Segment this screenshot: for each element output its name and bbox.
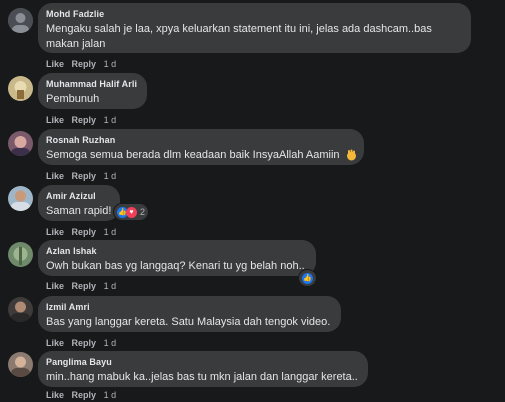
love-icon: ♥ [126, 206, 137, 218]
avatar[interactable] [8, 131, 33, 156]
comment-text-line: Owh bukan bas yg langgaq? Kenari tu yg b… [46, 260, 305, 272]
comment-text: Semoga semua berada dlm keadaan baik Ins… [46, 148, 356, 163]
comment-text-line: Mengaku salah je laa, xpya keluarkan sta… [46, 23, 432, 35]
comment-actions: Like Reply 1 d [46, 115, 116, 125]
commenter-name[interactable]: Rosnah Ruzhan [46, 134, 356, 146]
comment-bubble: Panglima Bayu min..hang mabuk ka..jelas … [38, 351, 368, 387]
comment-bubble: Azlan Ishak Owh bukan bas yg langgaq? Ke… [38, 240, 316, 276]
comment-actions: Like Reply 1 d [46, 338, 116, 348]
timestamp[interactable]: 1 d [104, 281, 117, 291]
comment-text: min..hang mabuk ka..jelas bas tu mkn jal… [46, 370, 360, 385]
commenter-name[interactable]: Panglima Bayu [46, 356, 360, 368]
comment-text: Bas yang langgar kereta. Satu Malaysia d… [46, 315, 333, 330]
comment-text: Pembunuh [46, 92, 139, 107]
comment-bubble: Muhammad Halif Arli Pembunuh [38, 73, 147, 109]
comment-bubble: Amir Azizul Saman rapid! [38, 185, 120, 221]
comment-text: Mengaku salah je laa, xpya keluarkan sta… [46, 22, 463, 52]
reply-button[interactable]: Reply [72, 59, 97, 69]
avatar[interactable] [8, 76, 33, 101]
comment-text-line: makan jalan [46, 38, 106, 50]
comment-text-line: Bas yang langgar kereta. Satu Malaysia d… [46, 316, 331, 328]
commenter-name[interactable]: Mohd Fadzlie [46, 8, 463, 20]
like-button[interactable]: Like [46, 338, 64, 348]
commenter-name[interactable]: Izmil Amri [46, 301, 333, 313]
comment-bubble: Rosnah Ruzhan Semoga semua berada dlm ke… [38, 129, 364, 165]
timestamp[interactable]: 1 d [104, 390, 117, 400]
like-icon: 👍 [302, 272, 313, 284]
reply-button[interactable]: Reply [72, 227, 97, 237]
avatar[interactable] [8, 297, 33, 322]
timestamp[interactable]: 1 d [104, 227, 117, 237]
commenter-name[interactable]: Muhammad Halif Arli [46, 78, 139, 90]
wave-emoji-icon [345, 149, 358, 165]
avatar[interactable] [8, 186, 33, 211]
timestamp[interactable]: 1 d [104, 338, 117, 348]
like-button[interactable]: Like [46, 115, 64, 125]
like-button[interactable]: Like [46, 281, 64, 291]
timestamp[interactable]: 1 d [104, 115, 117, 125]
reaction-summary[interactable]: 👍 ♥ 2 [114, 204, 149, 220]
timestamp[interactable]: 1 d [104, 171, 117, 181]
reply-button[interactable]: Reply [72, 171, 97, 181]
comment-actions: Like Reply 1 d [46, 171, 116, 181]
avatar[interactable] [8, 352, 33, 377]
avatar[interactable] [8, 8, 33, 33]
timestamp[interactable]: 1 d [104, 59, 117, 69]
like-button[interactable]: Like [46, 227, 64, 237]
reply-button[interactable]: Reply [72, 115, 97, 125]
reply-button[interactable]: Reply [72, 338, 97, 348]
comment-text: Owh bukan bas yg langgaq? Kenari tu yg b… [46, 259, 308, 274]
comment-text-line: Semoga semua berada dlm keadaan baik Ins… [46, 149, 340, 161]
reply-button[interactable]: Reply [72, 390, 97, 400]
comment-bubble: Izmil Amri Bas yang langgar kereta. Satu… [38, 296, 341, 332]
comment-actions: Like Reply 1 d [46, 227, 116, 237]
commenter-name[interactable]: Azlan Ishak [46, 245, 308, 257]
reply-button[interactable]: Reply [72, 281, 97, 291]
like-button[interactable]: Like [46, 171, 64, 181]
comment-actions: Like Reply 1 d [46, 281, 116, 291]
reaction-count: 2 [140, 207, 146, 217]
comment-text-line: Saman rapid! [46, 205, 112, 217]
like-button[interactable]: Like [46, 59, 64, 69]
commenter-name[interactable]: Amir Azizul [46, 190, 112, 202]
like-button[interactable]: Like [46, 390, 64, 400]
comment-text-line: min..hang mabuk ka..jelas bas tu mkn jal… [46, 371, 358, 383]
comment-bubble: Mohd Fadzlie Mengaku salah je laa, xpya … [38, 3, 471, 53]
reaction-summary[interactable]: 👍 [299, 270, 316, 286]
comment-actions: Like Reply 1 d [46, 390, 116, 400]
comment-actions: Like Reply 1 d [46, 59, 116, 69]
comment-text: Saman rapid! [46, 204, 112, 219]
avatar[interactable] [8, 242, 33, 267]
comment-text-line: Pembunuh [46, 93, 100, 105]
